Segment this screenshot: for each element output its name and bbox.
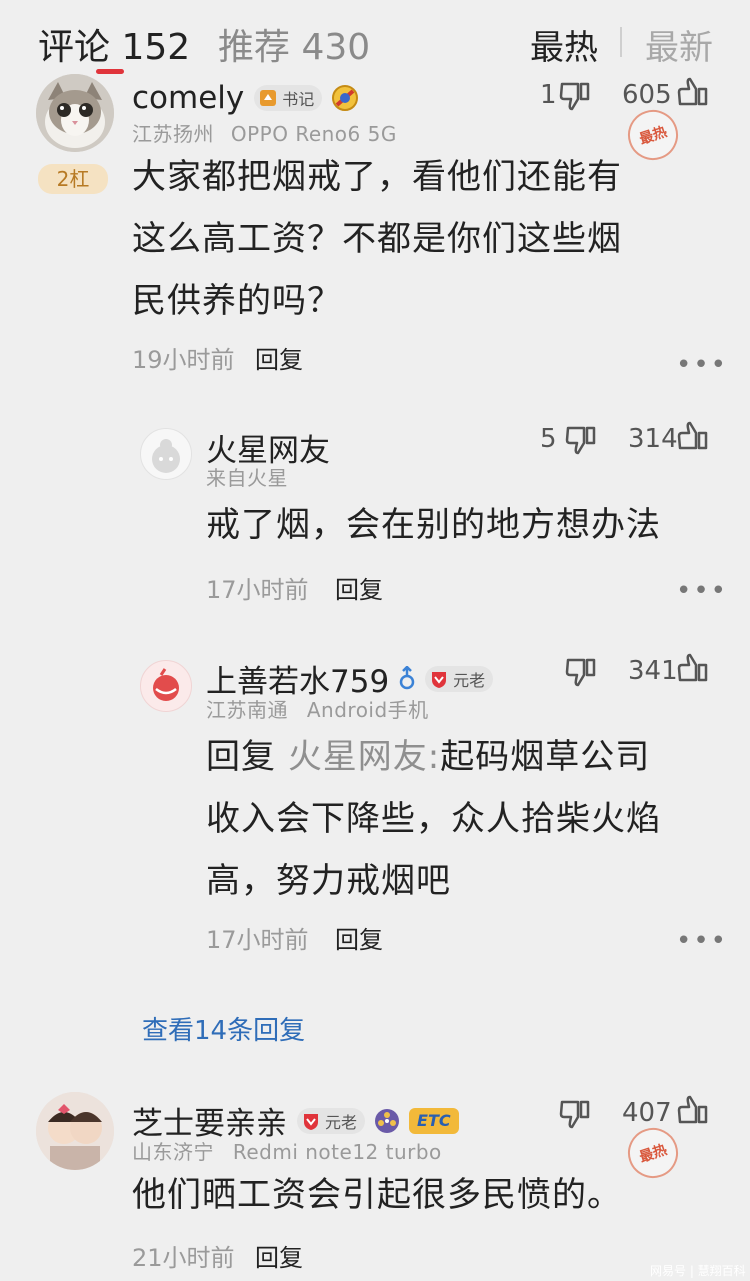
dislike-count: 1 bbox=[540, 80, 557, 110]
reply-button[interactable]: 回复 bbox=[255, 1238, 303, 1273]
like-count: 407 bbox=[622, 1098, 672, 1128]
location-text: 江苏南通 bbox=[206, 698, 288, 722]
reply-button[interactable]: 回复 bbox=[255, 340, 303, 375]
dislike-icon[interactable] bbox=[564, 424, 598, 456]
couple-avatar-icon bbox=[36, 1092, 114, 1170]
dislike-icon[interactable] bbox=[558, 80, 592, 112]
rank-shield-icon bbox=[304, 1113, 318, 1130]
male-icon bbox=[399, 665, 415, 689]
reply-line: 回复 火星网友:起码烟草公司 bbox=[206, 726, 706, 788]
rank-badge: 书记 bbox=[254, 85, 323, 111]
sort-hot-button[interactable]: 最热 bbox=[530, 20, 598, 69]
avatar[interactable] bbox=[140, 428, 192, 480]
watermark: 网易号 | 慧翔百科 bbox=[650, 1264, 746, 1278]
avatar[interactable] bbox=[36, 74, 114, 152]
device-text: Redmi note12 turbo bbox=[232, 1140, 442, 1164]
etc-badge: ETC bbox=[409, 1107, 459, 1134]
like-icon[interactable] bbox=[676, 420, 710, 452]
device-text: OPPO Reno6 5G bbox=[230, 122, 397, 146]
reply-time: 17小时前 bbox=[206, 926, 309, 954]
comment-line: 他们晒工资会引起很多民愤的。 bbox=[132, 1175, 622, 1215]
red-face-avatar-icon bbox=[153, 668, 179, 701]
default-avatar-icon bbox=[152, 439, 180, 473]
reply-text: 戒了烟，会在别的地方想办法 bbox=[206, 494, 706, 556]
rank-shield-icon bbox=[432, 671, 447, 688]
location-text: 来自火星 bbox=[206, 466, 288, 490]
rank-badge-label: 书记 bbox=[282, 90, 315, 109]
rank-badge: 元老 bbox=[297, 1107, 366, 1134]
like-count: 314 bbox=[628, 424, 678, 454]
rank-badge: 元老 bbox=[425, 665, 494, 692]
avatar[interactable] bbox=[140, 660, 192, 712]
like-count: 605 bbox=[622, 80, 672, 110]
sort-new-button[interactable]: 最新 bbox=[645, 20, 713, 69]
reply-button[interactable]: 回复 bbox=[335, 920, 383, 955]
reply-to-user[interactable]: 火星网友: bbox=[288, 737, 440, 777]
location-text: 江苏扬州 bbox=[132, 122, 214, 146]
dislike-icon[interactable] bbox=[564, 656, 598, 688]
location-device: 山东济宁 Redmi note12 turbo bbox=[132, 1136, 442, 1165]
more-options-icon[interactable]: ••• bbox=[676, 576, 728, 606]
cat-avatar-icon bbox=[36, 74, 114, 152]
like-count: 341 bbox=[628, 656, 678, 686]
reply-line-rest: 起码烟草公司 bbox=[440, 737, 651, 777]
reply-text: 回复 火星网友:起码烟草公司 收入会下降些，众人拾柴火焰 高，努力戒烟吧 bbox=[206, 726, 706, 912]
medal-icon bbox=[332, 85, 359, 111]
tab-recommend[interactable]: 推荐 430 bbox=[218, 18, 370, 70]
reply-button[interactable]: 回复 bbox=[335, 570, 383, 605]
dislike-count: 5 bbox=[540, 424, 557, 454]
reply-line: 戒了烟，会在别的地方想办法 bbox=[206, 505, 661, 545]
like-icon[interactable] bbox=[676, 652, 710, 684]
device-text: Android手机 bbox=[306, 698, 429, 722]
tab-active-indicator bbox=[96, 69, 124, 74]
comment-text: 大家都把烟戒了，看他们还能有 这么高工资？不都是你们这些烟 民供养的吗？ bbox=[132, 146, 712, 332]
film-reel-icon bbox=[375, 1108, 400, 1133]
comment-time: 21小时前 bbox=[132, 1244, 235, 1272]
like-icon[interactable] bbox=[676, 76, 710, 108]
comment-text: 他们晒工资会引起很多民愤的。 bbox=[132, 1164, 692, 1226]
rank-badge-label: 元老 bbox=[453, 670, 486, 690]
level-badge: 2杠 bbox=[38, 164, 108, 194]
location-device: 江苏扬州 OPPO Reno6 5G bbox=[132, 118, 397, 147]
sort-divider bbox=[620, 27, 622, 57]
view-more-replies-link[interactable]: 查看14条回复 bbox=[142, 1010, 305, 1047]
location-device: 江苏南通 Android手机 bbox=[206, 694, 429, 723]
comment-line: 这么高工资？不都是你们这些烟 bbox=[132, 219, 622, 259]
reply-line: 高，努力戒烟吧 bbox=[206, 861, 451, 901]
more-options-icon[interactable]: ••• bbox=[676, 350, 728, 380]
comment-time: 19小时前 bbox=[132, 346, 235, 374]
comment-line: 民供养的吗？ bbox=[132, 281, 342, 321]
reply-time: 17小时前 bbox=[206, 576, 309, 604]
more-options-icon[interactable]: ••• bbox=[676, 926, 728, 956]
comment-header: comely 书记 bbox=[132, 80, 360, 116]
dislike-icon[interactable] bbox=[558, 1098, 592, 1130]
location-text: 山东济宁 bbox=[132, 1140, 214, 1164]
rank-shield-icon bbox=[260, 90, 277, 106]
reply-line: 收入会下降些，众人拾柴火焰 bbox=[206, 799, 661, 839]
comment-line: 大家都把烟戒了，看他们还能有 bbox=[132, 157, 622, 197]
rank-badge-label: 元老 bbox=[325, 1112, 358, 1132]
avatar[interactable] bbox=[36, 1092, 114, 1170]
tab-comments[interactable]: 评论 152 bbox=[38, 18, 190, 70]
like-icon[interactable] bbox=[676, 1094, 710, 1126]
reply-prefix: 回复 bbox=[206, 737, 276, 777]
username[interactable]: comely bbox=[132, 80, 244, 116]
